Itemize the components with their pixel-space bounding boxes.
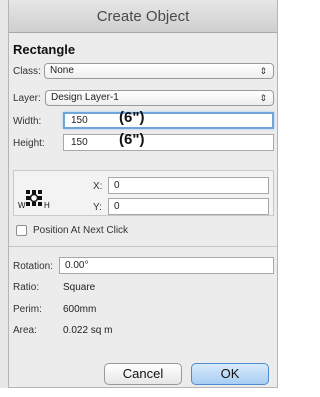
- anchor-w-label: W: [18, 201, 26, 210]
- ratio-label: Ratio:: [13, 282, 40, 293]
- title-bar: Create Object: [9, 0, 277, 33]
- height-label: Height:: [13, 138, 45, 149]
- position-at-next-click-label: Position At Next Click: [33, 225, 129, 236]
- height-inches-note: (6"): [119, 131, 145, 148]
- x-label: X:: [93, 181, 103, 192]
- create-object-dialog: Create Object Rectangle Class: None ⇕ La…: [8, 0, 278, 388]
- y-value: 0: [114, 201, 120, 212]
- section-title: Rectangle: [13, 42, 76, 57]
- class-label: Class:: [13, 66, 41, 77]
- dropdown-arrows-icon: ⇕: [259, 93, 267, 103]
- layer-dropdown-value: Design Layer-1: [51, 92, 119, 103]
- anchor-h-label: H: [44, 201, 50, 210]
- window-title: Create Object: [96, 8, 190, 25]
- cancel-button[interactable]: Cancel: [104, 363, 182, 385]
- x-value: 0: [114, 180, 120, 191]
- perim-label: Perim:: [13, 304, 42, 315]
- y-field[interactable]: 0: [108, 198, 269, 215]
- layer-label: Layer:: [13, 93, 41, 104]
- x-field[interactable]: 0: [108, 177, 269, 194]
- height-field[interactable]: 150: [63, 134, 274, 151]
- background-strip: [0, 388, 280, 397]
- area-label: Area:: [13, 325, 37, 336]
- width-value: 150: [71, 115, 88, 126]
- class-dropdown[interactable]: None ⇕: [44, 63, 274, 79]
- width-label: Width:: [13, 116, 42, 127]
- class-dropdown-value: None: [50, 65, 74, 76]
- divider: [9, 246, 277, 247]
- height-value: 150: [71, 137, 88, 148]
- position-at-next-click-checkbox[interactable]: [16, 225, 27, 236]
- ok-button[interactable]: OK: [191, 363, 269, 385]
- rotation-value: 0.00°: [65, 260, 89, 271]
- y-label: Y:: [93, 202, 102, 213]
- position-anchor-icon[interactable]: W H: [17, 184, 53, 214]
- width-inches-note: (6"): [119, 109, 145, 126]
- ratio-value: Square: [63, 282, 96, 293]
- layer-dropdown[interactable]: Design Layer-1 ⇕: [45, 90, 274, 106]
- rotation-label: Rotation:: [13, 261, 54, 272]
- dropdown-arrows-icon: ⇕: [259, 66, 267, 76]
- width-field[interactable]: 150: [63, 112, 274, 129]
- rotation-field[interactable]: 0.00°: [59, 257, 274, 274]
- perim-value: 600mm: [63, 304, 97, 315]
- area-value: 0.022 sq m: [63, 325, 113, 336]
